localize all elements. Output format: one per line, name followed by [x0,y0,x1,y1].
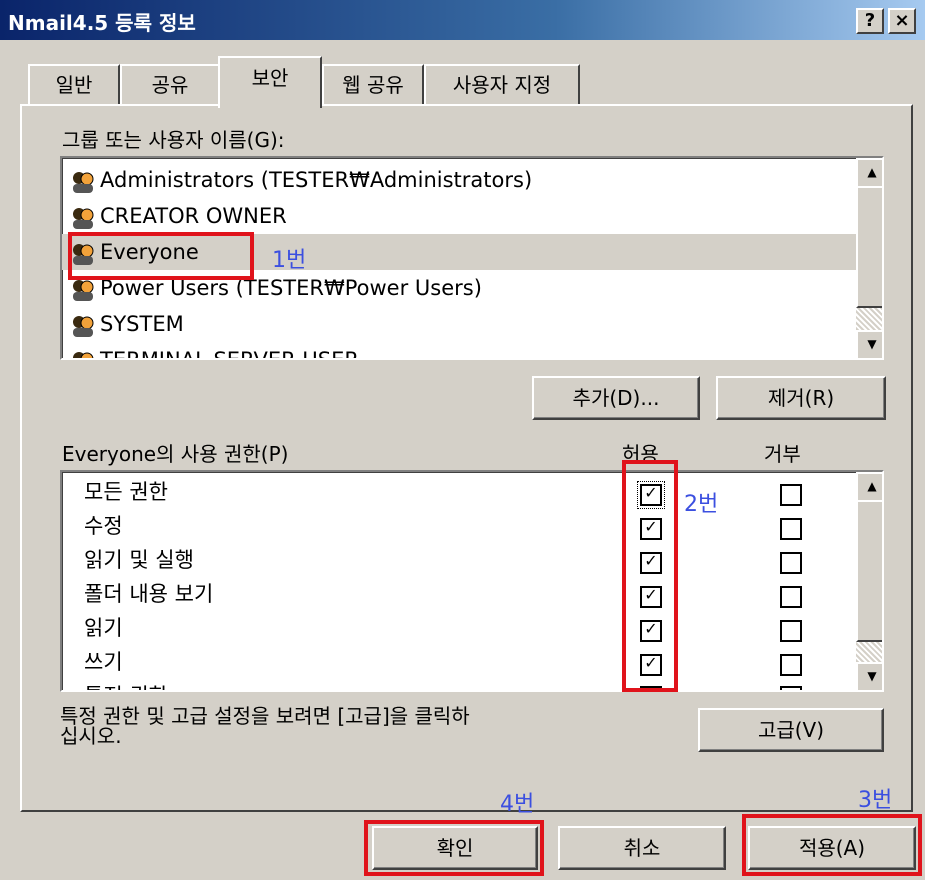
advanced-hint-line1: 특정 권한 및 고급 설정을 보려면 [고급]을 클릭하 [60,704,470,728]
list-item[interactable]: SYSTEM [70,306,184,342]
permission-row-label: 폴더 내용 보기 [84,582,214,606]
deny-checkbox[interactable] [780,518,802,540]
permissions-scrollbar[interactable]: ▲ ▼ [856,472,882,690]
tab-sharing[interactable]: 공유 [120,64,220,106]
deny-checkbox[interactable] [780,552,802,574]
permission-row-label: 읽기 [84,616,123,640]
permission-row-label: 수정 [84,514,123,538]
permission-row-label: 쓰기 [84,650,123,674]
scroll-thumb[interactable] [856,186,882,308]
deny-checkbox[interactable] [780,586,802,608]
deny-checkbox[interactable] [780,686,802,690]
annotation-label-2: 2번 [684,492,719,517]
annotation-label-1: 1번 [272,248,307,273]
groups-scrollbar[interactable]: ▲ ▼ [856,158,882,358]
close-button[interactable]: × [888,8,916,34]
permission-row-label: 읽기 및 실행 [84,548,194,572]
annotation-label-4: 4번 [500,792,535,817]
scroll-down-button[interactable]: ▼ [856,330,882,358]
deny-checkbox[interactable] [780,484,802,506]
users-icon [70,349,96,358]
remove-button[interactable]: 제거(R) [716,376,886,420]
deny-header: 거부 [764,442,801,466]
list-item[interactable]: CREATOR OWNER [70,198,287,234]
tab-custom[interactable]: 사용자 지정 [424,64,580,106]
users-icon [70,313,96,337]
advanced-hint-line2: 십시오. [60,724,122,748]
scroll-thumb[interactable] [856,500,882,642]
permission-row-label: 특정 권한 [84,678,168,690]
groups-label: 그룹 또는 사용자 이름(G): [62,128,285,152]
annotation-label-3: 3번 [858,788,893,813]
permissions-label: Everyone의 사용 권한(P) [62,442,289,466]
window-title: Nmail4.5 등록 정보 [8,11,196,35]
add-button[interactable]: 추가(D)... [532,376,700,420]
list-item[interactable]: TERMINAL SERVER USER [70,342,359,358]
list-item[interactable]: Administrators (TESTER₩Administrators) [70,162,532,198]
deny-checkbox[interactable] [780,620,802,642]
advanced-button[interactable]: 고급(V) [698,708,884,752]
tab-security[interactable]: 보안 [218,56,322,108]
help-button[interactable]: ? [856,8,884,34]
scroll-down-button[interactable]: ▼ [856,662,882,690]
cancel-button[interactable]: 취소 [558,826,726,870]
annotation-box-3 [742,814,922,876]
permission-row-label: 모든 권한 [84,480,168,504]
users-icon [70,205,96,229]
tab-web-sharing[interactable]: 웹 공유 [322,64,424,106]
users-icon [70,277,96,301]
permissions-listbox[interactable]: 모든 권한 수정 읽기 및 실행 폴더 내용 보기 읽기 쓰기 특정 권한 ✓ … [60,470,884,692]
tab-general[interactable]: 일반 [28,64,120,106]
annotation-box-4 [364,820,544,876]
deny-checkbox[interactable] [780,654,802,676]
annotation-box-1 [68,232,254,280]
users-icon [70,169,96,193]
annotation-box-2 [622,460,678,692]
